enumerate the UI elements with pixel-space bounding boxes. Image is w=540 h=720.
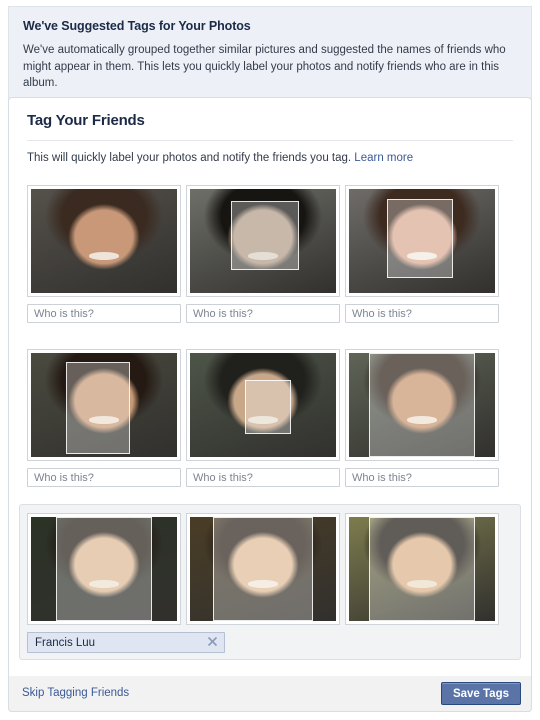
photo-thumbnail[interactable] bbox=[27, 349, 181, 461]
banner-description: We've automatically grouped together sim… bbox=[23, 44, 506, 89]
photo-group-thumbnails bbox=[27, 349, 513, 461]
friend-name-input[interactable] bbox=[27, 632, 225, 653]
photo-image bbox=[190, 517, 336, 621]
banner-title: We've Suggested Tags for Your Photos bbox=[23, 19, 251, 33]
face-detection-box[interactable] bbox=[230, 201, 300, 271]
tagged-name-field bbox=[27, 632, 225, 653]
save-tags-button[interactable]: Save Tags bbox=[440, 682, 521, 705]
face-detection-box[interactable] bbox=[386, 199, 453, 279]
card-footer: Skip Tagging Friends Save Tags bbox=[8, 676, 532, 712]
photo-group-name-inputs bbox=[27, 468, 513, 487]
face-detection-box[interactable] bbox=[55, 517, 153, 621]
who-is-this-input[interactable] bbox=[186, 304, 340, 323]
photo-group-name-inputs bbox=[27, 304, 513, 323]
face-detection-box[interactable] bbox=[245, 380, 291, 435]
photo-group[interactable] bbox=[19, 340, 521, 494]
photo-image bbox=[31, 189, 177, 293]
face-detection-box[interactable] bbox=[369, 353, 475, 457]
card-subtitle-text: This will quickly label your photos and … bbox=[27, 152, 352, 164]
face-detection-box[interactable] bbox=[66, 362, 131, 454]
photo-thumbnail[interactable] bbox=[186, 185, 340, 297]
photo-thumbnail[interactable] bbox=[345, 185, 499, 297]
learn-more-link[interactable]: Learn more bbox=[354, 152, 413, 164]
photo-group-thumbnails bbox=[27, 185, 513, 297]
face-detection-box[interactable] bbox=[213, 517, 313, 621]
face-detection-box[interactable] bbox=[369, 517, 475, 621]
photo-thumbnail[interactable] bbox=[345, 349, 499, 461]
photo-groups-list bbox=[9, 176, 531, 670]
photo-image bbox=[31, 517, 177, 621]
card-header: Tag Your Friends This will quickly label… bbox=[9, 98, 531, 164]
suggested-tags-banner: We've Suggested Tags for Your Photos We'… bbox=[8, 6, 532, 107]
photo-thumbnail[interactable] bbox=[27, 513, 181, 625]
photo-content bbox=[31, 189, 177, 293]
photo-image bbox=[190, 353, 336, 457]
photo-group[interactable] bbox=[19, 504, 521, 660]
photo-image bbox=[190, 189, 336, 293]
who-is-this-input[interactable] bbox=[345, 304, 499, 323]
who-is-this-input[interactable] bbox=[186, 468, 340, 487]
photo-image bbox=[31, 353, 177, 457]
photo-thumbnail[interactable] bbox=[345, 513, 499, 625]
photo-highlight bbox=[89, 252, 119, 260]
who-is-this-input[interactable] bbox=[27, 304, 181, 323]
photo-thumbnail[interactable] bbox=[186, 513, 340, 625]
who-is-this-input[interactable] bbox=[27, 468, 181, 487]
photo-thumbnail[interactable] bbox=[186, 349, 340, 461]
who-is-this-input[interactable] bbox=[345, 468, 499, 487]
photo-thumbnail[interactable] bbox=[27, 185, 181, 297]
photo-image bbox=[349, 189, 495, 293]
card-subtitle: This will quickly label your photos and … bbox=[27, 141, 513, 164]
page-title: Tag Your Friends bbox=[27, 112, 513, 141]
photo-group-thumbnails bbox=[27, 513, 513, 625]
tag-friends-card: Tag Your Friends This will quickly label… bbox=[8, 97, 532, 712]
close-icon[interactable] bbox=[206, 635, 219, 648]
photo-group[interactable] bbox=[19, 176, 521, 330]
photo-image bbox=[349, 517, 495, 621]
skip-tagging-friends-link[interactable]: Skip Tagging Friends bbox=[22, 687, 129, 699]
photo-group-name-inputs bbox=[27, 632, 513, 653]
photo-image bbox=[349, 353, 495, 457]
